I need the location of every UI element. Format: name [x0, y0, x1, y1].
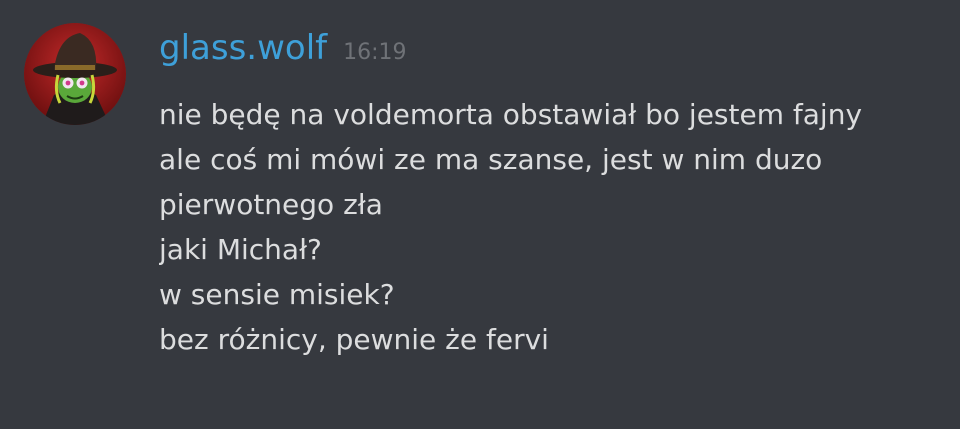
message-line: pierwotnego zła	[159, 188, 383, 221]
message-line: nie będę na voldemorta obstawiał bo jest…	[159, 98, 863, 131]
author-username[interactable]: glass.wolf	[159, 28, 327, 68]
user-avatar[interactable]	[24, 23, 126, 125]
message-group: glass.wolf 16:19 nie będę na voldemorta …	[0, 0, 960, 429]
message-line: ale coś mi mówi ze ma szanse, jest w nim…	[159, 143, 823, 176]
message-header: glass.wolf 16:19	[159, 28, 407, 78]
message-content: nie będę na voldemorta obstawiał bo jest…	[159, 92, 949, 362]
message-line: jaki Michał?	[159, 233, 322, 266]
message-line: w sensie misiek?	[159, 278, 395, 311]
witch-hat-character-avatar-icon	[24, 23, 126, 125]
message-timestamp[interactable]: 16:19	[343, 40, 406, 65]
message-line: bez różnicy, pewnie że fervi	[159, 323, 549, 356]
